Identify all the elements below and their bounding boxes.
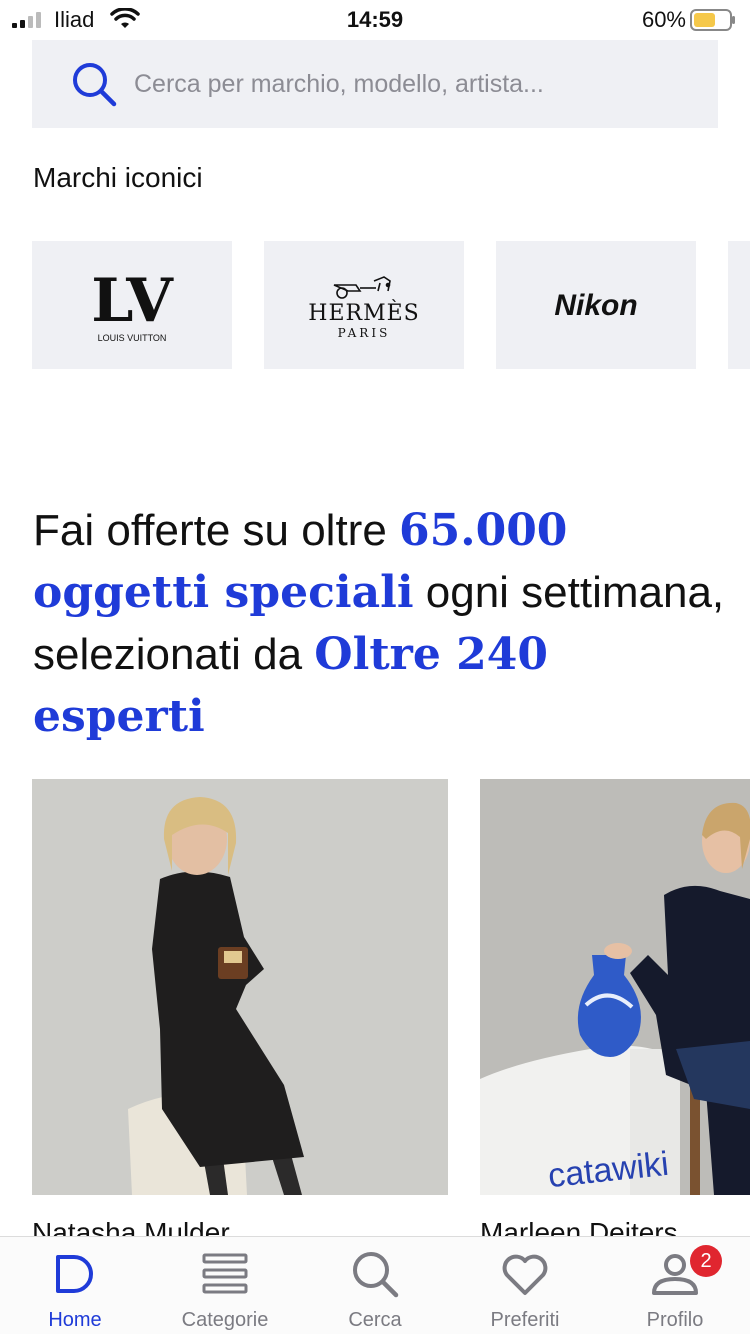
search-bar[interactable]: [32, 40, 718, 128]
brand-logo-mark: LV: [91, 266, 174, 336]
nav-label: Profilo: [646, 1309, 704, 1331]
brand-tile-nikon[interactable]: Nikon: [496, 241, 696, 369]
nav-item-profile[interactable]: 2 Profilo: [600, 1237, 750, 1334]
notification-badge: 2: [690, 1245, 722, 1277]
nikon-logo: Nikon: [554, 289, 637, 322]
louis-vuitton-logo: LV LOUIS VUITTON: [91, 266, 174, 343]
headline: Fai offerte su oltre 65.000 oggetti spec…: [33, 500, 733, 748]
expert-photo: [480, 779, 750, 1195]
heart-icon: [502, 1254, 548, 1295]
brands-section-title: Marchi iconici: [33, 162, 203, 193]
nav-label: Categorie: [181, 1309, 269, 1331]
brand-tile-hermes[interactable]: HERMÈS PARIS: [264, 241, 464, 369]
brand-tile-louis-vuitton[interactable]: LV LOUIS VUITTON: [32, 241, 232, 369]
nav-item-favorites[interactable]: Preferiti: [450, 1237, 600, 1334]
brand-logo-subtitle: PARIS: [338, 326, 391, 340]
brand-logo-mark: Nikon: [554, 289, 637, 322]
brand-logo-mark: HERMÈS: [308, 299, 419, 326]
status-bar: Iliad 14:59 60%: [0, 0, 750, 40]
carriage-icon: [333, 276, 391, 299]
search-input[interactable]: [134, 64, 694, 104]
nav-item-home[interactable]: Home: [0, 1237, 150, 1334]
categories-icon: [202, 1253, 248, 1294]
expert-card[interactable]: catawiki Marleen Deiters: [480, 779, 750, 1239]
nav-item-search[interactable]: Cerca: [300, 1237, 450, 1334]
headline-text: Fai offerte su oltre: [33, 506, 400, 555]
nav-item-categories[interactable]: Categorie: [150, 1237, 300, 1334]
search-icon: [73, 63, 117, 107]
expert-card[interactable]: Natasha Mulder: [32, 779, 448, 1239]
clock: 14:59: [346, 7, 404, 32]
bottom-navigation: Home Categorie Cerca Preferiti 2 Profilo: [0, 1236, 750, 1334]
nav-label: Home: [48, 1309, 102, 1331]
hermes-logo: HERMÈS PARIS: [308, 276, 419, 340]
home-icon: [56, 1255, 93, 1293]
battery-icon: [690, 9, 735, 31]
brand-logo-subtitle: LOUIS VUITTON: [98, 333, 167, 343]
search-icon: [353, 1252, 399, 1298]
nav-label: Cerca: [348, 1309, 402, 1331]
battery-percentage: 60%: [641, 7, 686, 32]
brand-tile-next[interactable]: [728, 241, 750, 369]
expert-photo: [32, 779, 448, 1195]
nav-label: Preferiti: [490, 1309, 560, 1331]
